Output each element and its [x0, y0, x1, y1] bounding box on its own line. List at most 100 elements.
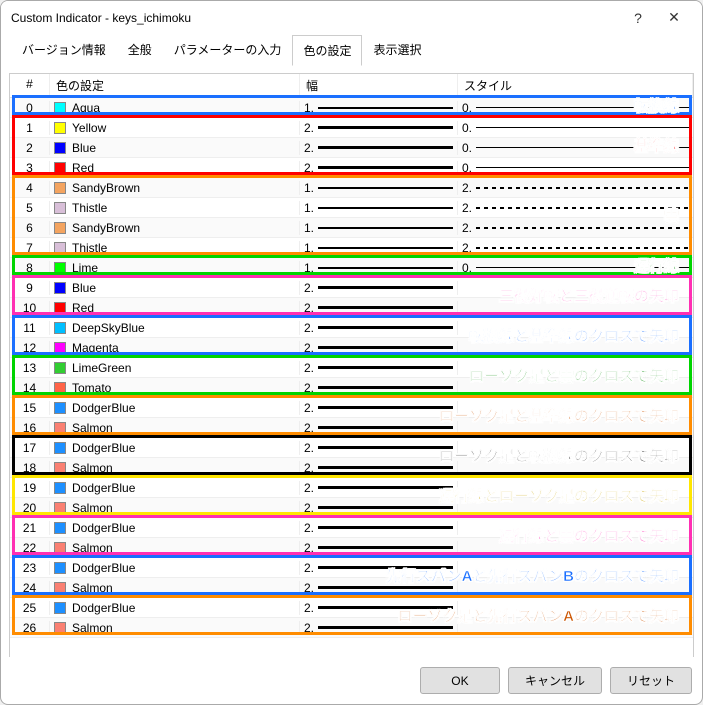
- width-cell[interactable]: 2.: [300, 561, 458, 575]
- table-row[interactable]: 15DodgerBlue2.: [10, 398, 693, 418]
- style-cell[interactable]: 0.: [458, 141, 693, 155]
- th-width[interactable]: 幅: [300, 74, 458, 97]
- width-cell[interactable]: 2.: [300, 541, 458, 555]
- tab-display[interactable]: 表示選択: [362, 34, 432, 65]
- color-cell[interactable]: Salmon: [50, 421, 300, 435]
- color-cell[interactable]: Aqua: [50, 101, 300, 115]
- color-cell[interactable]: Salmon: [50, 501, 300, 515]
- width-cell[interactable]: 2.: [300, 501, 458, 515]
- table-row[interactable]: 19DodgerBlue2.: [10, 478, 693, 498]
- width-cell[interactable]: 2.: [300, 321, 458, 335]
- width-cell[interactable]: 1.: [300, 221, 458, 235]
- color-cell[interactable]: Red: [50, 161, 300, 175]
- style-cell[interactable]: 2.: [458, 201, 693, 215]
- table-row[interactable]: 11DeepSkyBlue2.: [10, 318, 693, 338]
- tab-general[interactable]: 全般: [117, 34, 163, 65]
- table-row[interactable]: 0Aqua1.0.: [10, 98, 693, 118]
- width-cell[interactable]: 2.: [300, 581, 458, 595]
- table-row[interactable]: 24Salmon2.: [10, 578, 693, 598]
- color-cell[interactable]: Salmon: [50, 461, 300, 475]
- width-cell[interactable]: 2.: [300, 121, 458, 135]
- color-cell[interactable]: SandyBrown: [50, 221, 300, 235]
- table-row[interactable]: 12Magenta2.: [10, 338, 693, 358]
- width-cell[interactable]: 2.: [300, 481, 458, 495]
- reset-button[interactable]: リセット: [610, 667, 692, 694]
- color-cell[interactable]: DodgerBlue: [50, 481, 300, 495]
- width-cell[interactable]: 2.: [300, 441, 458, 455]
- table-row[interactable]: 18Salmon2.: [10, 458, 693, 478]
- cancel-button[interactable]: キャンセル: [508, 667, 602, 694]
- color-cell[interactable]: Tomato: [50, 381, 300, 395]
- color-cell[interactable]: Salmon: [50, 581, 300, 595]
- width-cell[interactable]: 2.: [300, 521, 458, 535]
- color-cell[interactable]: Blue: [50, 141, 300, 155]
- table-row[interactable]: 9Blue2.: [10, 278, 693, 298]
- table-row[interactable]: 3Red2.0.: [10, 158, 693, 178]
- table-row[interactable]: 16Salmon2.: [10, 418, 693, 438]
- table-row[interactable]: 14Tomato2.: [10, 378, 693, 398]
- tab-colors[interactable]: 色の設定: [292, 35, 362, 66]
- width-cell[interactable]: 2.: [300, 301, 458, 315]
- close-button[interactable]: ✕: [656, 9, 692, 26]
- style-cell[interactable]: 0.: [458, 121, 693, 135]
- width-cell[interactable]: 1.: [300, 201, 458, 215]
- width-cell[interactable]: 2.: [300, 341, 458, 355]
- color-cell[interactable]: Lime: [50, 261, 300, 275]
- th-style[interactable]: スタイル: [458, 74, 693, 97]
- width-cell[interactable]: 2.: [300, 401, 458, 415]
- width-cell[interactable]: 2.: [300, 161, 458, 175]
- color-cell[interactable]: DodgerBlue: [50, 561, 300, 575]
- color-cell[interactable]: LimeGreen: [50, 361, 300, 375]
- color-cell[interactable]: DodgerBlue: [50, 601, 300, 615]
- width-cell[interactable]: 1.: [300, 181, 458, 195]
- table-row[interactable]: 25DodgerBlue2.: [10, 598, 693, 618]
- color-cell[interactable]: DeepSkyBlue: [50, 321, 300, 335]
- width-cell[interactable]: 2.: [300, 601, 458, 615]
- width-cell[interactable]: 2.: [300, 461, 458, 475]
- color-cell[interactable]: Salmon: [50, 621, 300, 635]
- color-cell[interactable]: DodgerBlue: [50, 521, 300, 535]
- style-cell[interactable]: 0.: [458, 101, 693, 115]
- table-row[interactable]: 20Salmon2.: [10, 498, 693, 518]
- help-button[interactable]: ?: [620, 10, 656, 26]
- color-cell[interactable]: DodgerBlue: [50, 441, 300, 455]
- color-cell[interactable]: Red: [50, 301, 300, 315]
- style-cell[interactable]: 2.: [458, 241, 693, 255]
- table-row[interactable]: 21DodgerBlue2.: [10, 518, 693, 538]
- style-cell[interactable]: 0.: [458, 161, 693, 175]
- color-cell[interactable]: Yellow: [50, 121, 300, 135]
- table-row[interactable]: 10Red2.: [10, 298, 693, 318]
- tab-version[interactable]: バージョン情報: [11, 34, 117, 65]
- table-row[interactable]: 26Salmon2.: [10, 618, 693, 638]
- table-row[interactable]: 8Lime1.0.: [10, 258, 693, 278]
- width-cell[interactable]: 2.: [300, 281, 458, 295]
- color-cell[interactable]: Thistle: [50, 241, 300, 255]
- table-row[interactable]: 6SandyBrown1.2.: [10, 218, 693, 238]
- style-cell[interactable]: 0.: [458, 261, 693, 275]
- width-cell[interactable]: 2.: [300, 361, 458, 375]
- color-cell[interactable]: Thistle: [50, 201, 300, 215]
- color-cell[interactable]: DodgerBlue: [50, 401, 300, 415]
- ok-button[interactable]: OK: [420, 667, 500, 694]
- style-cell[interactable]: 2.: [458, 221, 693, 235]
- style-cell[interactable]: 2.: [458, 181, 693, 195]
- width-cell[interactable]: 1.: [300, 261, 458, 275]
- table-row[interactable]: 1Yellow2.0.: [10, 118, 693, 138]
- width-cell[interactable]: 2.: [300, 621, 458, 635]
- table-row[interactable]: 4SandyBrown1.2.: [10, 178, 693, 198]
- table-row[interactable]: 13LimeGreen2.: [10, 358, 693, 378]
- width-cell[interactable]: 2.: [300, 381, 458, 395]
- table-row[interactable]: 7Thistle1.2.: [10, 238, 693, 258]
- table-row[interactable]: 23DodgerBlue2.: [10, 558, 693, 578]
- table-row[interactable]: 5Thistle1.2.: [10, 198, 693, 218]
- table-row[interactable]: 22Salmon2.: [10, 538, 693, 558]
- th-color[interactable]: 色の設定: [50, 74, 300, 97]
- tab-params[interactable]: パラメーターの入力: [163, 34, 293, 65]
- width-cell[interactable]: 1.: [300, 241, 458, 255]
- table-row[interactable]: 17DodgerBlue2.: [10, 438, 693, 458]
- color-cell[interactable]: Blue: [50, 281, 300, 295]
- color-cell[interactable]: SandyBrown: [50, 181, 300, 195]
- table-row[interactable]: 2Blue2.0.: [10, 138, 693, 158]
- color-cell[interactable]: Magenta: [50, 341, 300, 355]
- width-cell[interactable]: 2.: [300, 141, 458, 155]
